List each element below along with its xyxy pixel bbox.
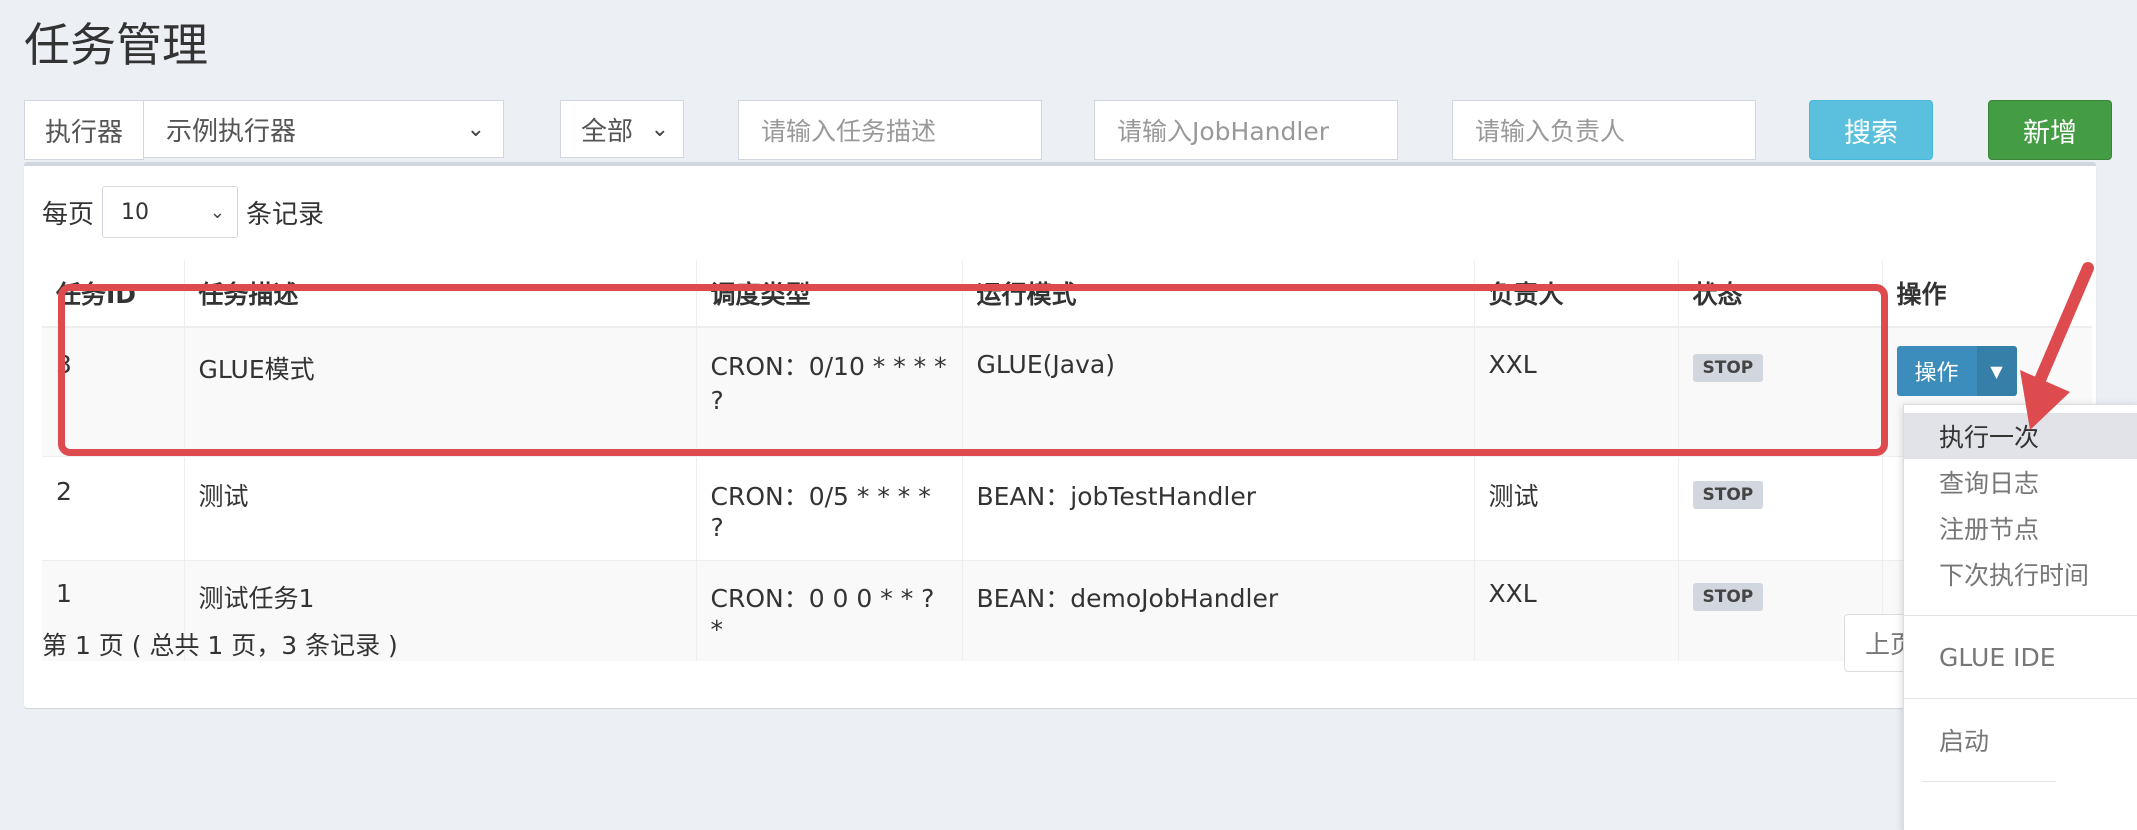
annotation-arrow-icon bbox=[2020, 262, 2094, 430]
owner-placeholder: 请输入负责人 bbox=[1475, 117, 1626, 146]
executor-select[interactable]: 示例执行器 ⌄ bbox=[144, 100, 505, 158]
chevron-down-icon: ⌄ bbox=[650, 116, 669, 142]
add-button[interactable]: 新增 bbox=[1988, 100, 2112, 160]
cell-run-mode: BEAN：jobTestHandler bbox=[961, 456, 1474, 561]
action-button[interactable]: 操作 bbox=[1896, 346, 1977, 396]
cell-schedule: CRON：0 0 0 * * ? * bbox=[695, 560, 962, 661]
search-button[interactable]: 搜索 bbox=[1809, 100, 1933, 160]
executor-select-value: 示例执行器 bbox=[166, 116, 297, 147]
owner-input[interactable]: 请输入负责人 bbox=[1452, 100, 1756, 160]
status-filter: 全部 ⌄ bbox=[560, 100, 684, 160]
chevron-down-icon: ⌄ bbox=[466, 116, 486, 142]
page-title: 任务管理 bbox=[24, 18, 208, 72]
job-handler-placeholder: 请输入JobHandler bbox=[1117, 117, 1329, 146]
caret-down-icon: ▼ bbox=[1990, 361, 2003, 381]
status-select-value: 全部 bbox=[581, 116, 634, 147]
status-select[interactable]: 全部 ⌄ bbox=[560, 100, 684, 158]
highlight-box bbox=[58, 284, 1888, 456]
per-page-prefix: 每页 bbox=[42, 199, 95, 230]
per-page-suffix: 条记录 bbox=[246, 199, 325, 230]
cell-job-id: 2 bbox=[42, 456, 184, 561]
cell-run-mode: BEAN：demoJobHandler bbox=[961, 560, 1474, 661]
pagination-info: 第 1 页 ( 总共 1 页，3 条记录 ) bbox=[42, 631, 398, 660]
menu-item-query-log[interactable]: 查询日志 bbox=[1904, 459, 2137, 505]
job-handler-input[interactable]: 请输入JobHandler bbox=[1094, 100, 1398, 160]
cell-schedule: CRON：0/5 * * * * ? bbox=[695, 456, 962, 561]
menu-divider bbox=[1922, 781, 2056, 782]
per-page-select[interactable]: 10 ⌄ bbox=[102, 186, 239, 238]
action-dropdown-menu: 执行一次 查询日志 注册节点 下次执行时间 GLUE IDE 启动 bbox=[1903, 404, 2137, 830]
cell-status: STOP bbox=[1677, 456, 1882, 561]
cell-owner: 测试 bbox=[1473, 456, 1678, 561]
job-desc-input[interactable]: 请输入任务描述 bbox=[738, 100, 1042, 160]
menu-item-next-trigger-time[interactable]: 下次执行时间 bbox=[1904, 551, 2137, 597]
menu-item-glue-ide[interactable]: GLUE IDE bbox=[1904, 634, 2137, 680]
chevron-down-icon: ⌄ bbox=[209, 201, 226, 223]
table-row: 2 测试 CRON：0/5 * * * * ? BEAN：jobTestHand… bbox=[42, 456, 2092, 561]
menu-item-start[interactable]: 启动 bbox=[1904, 717, 2137, 763]
menu-item-registry-nodes[interactable]: 注册节点 bbox=[1904, 505, 2137, 551]
menu-divider bbox=[1904, 615, 2137, 616]
job-desc-placeholder: 请输入任务描述 bbox=[761, 117, 937, 146]
menu-divider bbox=[1904, 698, 2137, 699]
cell-job-desc: 测试 bbox=[183, 456, 696, 561]
per-page-value: 10 bbox=[121, 199, 150, 225]
cell-owner: XXL bbox=[1473, 560, 1678, 661]
status-badge: STOP bbox=[1692, 481, 1764, 509]
executor-label: 执行器 bbox=[24, 100, 145, 160]
status-badge: STOP bbox=[1692, 583, 1764, 611]
per-page-control: 每页 10 ⌄ 条记录 bbox=[42, 186, 324, 238]
executor-filter: 执行器 示例执行器 ⌄ bbox=[24, 100, 505, 160]
